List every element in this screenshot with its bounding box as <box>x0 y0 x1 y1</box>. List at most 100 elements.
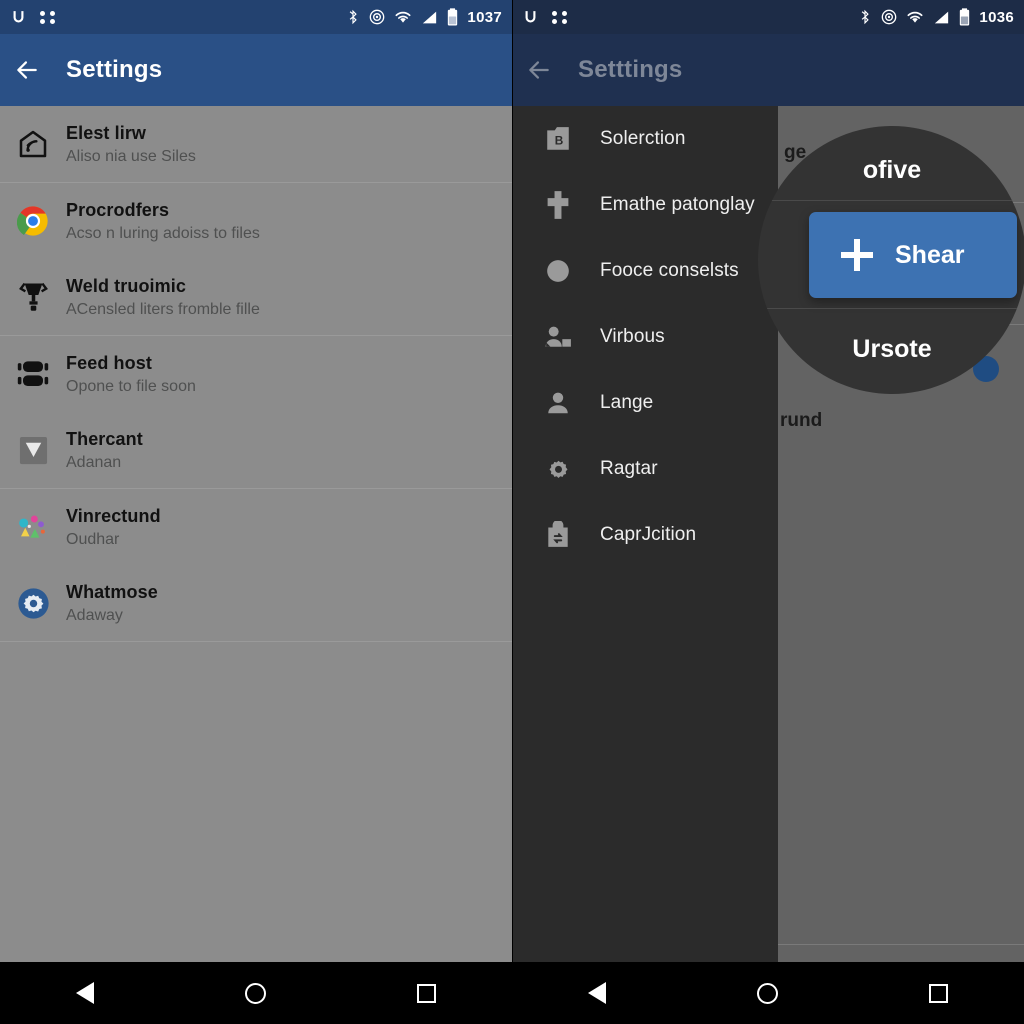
list-item[interactable]: Thercant Adanan <box>0 412 512 488</box>
app-badge-icon <box>13 10 24 22</box>
list-item[interactable]: Feed host Opone to file soon <box>0 336 512 412</box>
page-title: Setttings <box>578 56 683 83</box>
left-screenshot-panel: 1037 Settings Elest lirw Aliso nia use S… <box>0 0 512 1024</box>
status-bar-clock: 1036 <box>979 8 1014 26</box>
list-item-subtitle: Acso n luring adoiss to files <box>66 224 260 242</box>
android-nav-bar <box>0 962 512 1024</box>
wifi-icon <box>395 11 411 23</box>
list-item-text: Procrodfers Acso n luring adoiss to file… <box>60 198 260 245</box>
circle-icon <box>536 253 580 289</box>
list-item[interactable]: Vinrectund Oudhar <box>0 489 512 565</box>
list-item-title: Whatmose <box>66 581 158 602</box>
page-title: Settings <box>66 56 163 83</box>
wifi-icon <box>907 11 923 23</box>
blue-gear-icon <box>6 581 60 625</box>
magnified-divider <box>758 200 1024 201</box>
svg-text:B: B <box>555 133 564 147</box>
list-item-subtitle: ACensled liters fromble fille <box>66 300 260 318</box>
nav-home-button[interactable] <box>235 972 277 1014</box>
share-button-label: Shear <box>895 240 965 269</box>
drawer-item-label: Emathe patonglay <box>600 194 755 215</box>
refresh-bag-icon <box>536 517 580 553</box>
trophy-icon <box>6 275 60 319</box>
list-item-title: Vinrectund <box>66 505 161 526</box>
back-arrow-icon[interactable] <box>526 57 552 83</box>
list-item-title: Procrodfers <box>66 199 170 220</box>
navigation-drawer: B Solerction Emathe patonglay Fooce cons… <box>512 106 778 962</box>
drawer-item[interactable]: B Solerction <box>512 106 778 172</box>
settings-list: Elest lirw Aliso nia use Siles Procrodfe… <box>0 106 512 642</box>
list-item[interactable]: Procrodfers Acso n luring adoiss to file… <box>0 183 512 259</box>
list-item-subtitle: Adanan <box>66 453 122 471</box>
drawer-body: ge rund B Solerction Emathe patonglay Fo… <box>512 106 1024 962</box>
person-badge-icon <box>536 319 580 355</box>
app-badge-icon <box>525 10 536 22</box>
drawer-item-label: Solerction <box>600 128 686 149</box>
battery-icon <box>448 8 458 26</box>
magnifier-overlay: ofive Shear Ursote <box>758 126 1024 394</box>
drawer-item[interactable]: Fooce conselsts <box>512 238 778 304</box>
list-item-subtitle: Opone to file soon <box>66 377 196 395</box>
nav-back-button[interactable] <box>576 972 618 1014</box>
settings-list-body: Elest lirw Aliso nia use Siles Procrodfe… <box>0 106 512 962</box>
drawer-item-label: Ragtar <box>600 458 658 479</box>
magnified-divider <box>758 308 1024 309</box>
location-icon <box>370 9 385 25</box>
list-item-text: Vinrectund Oudhar <box>60 504 161 551</box>
plus-cross-icon <box>536 187 580 223</box>
plus-icon <box>841 239 873 271</box>
list-item-text: Elest lirw Aliso nia use Siles <box>60 121 196 168</box>
status-bar: 1036 <box>512 0 1024 34</box>
drawer-item-label: Lange <box>600 392 654 413</box>
battery-icon <box>960 8 970 26</box>
drawer-item[interactable]: CaprJcition <box>512 502 778 568</box>
home-wifi-icon <box>6 122 60 166</box>
location-icon <box>882 9 897 25</box>
list-item[interactable]: Elest lirw Aliso nia use Siles <box>0 106 512 182</box>
bluetooth-icon <box>862 9 870 25</box>
list-item-title: Weld truoimic <box>66 275 186 296</box>
list-item-subtitle: Aliso nia use Siles <box>66 147 196 165</box>
nav-home-button[interactable] <box>747 972 789 1014</box>
status-bar-clock: 1037 <box>467 8 502 26</box>
list-item-subtitle: Adaway <box>66 606 123 624</box>
magnified-label-bottom: Ursote <box>852 335 932 363</box>
gear-icon <box>536 451 580 487</box>
app-bar: Setttings <box>512 34 1024 106</box>
signal-icon <box>935 11 949 23</box>
magnified-label-top: ofive <box>862 156 922 184</box>
drawer-item-label: CaprJcition <box>600 524 697 545</box>
four-dots-icon <box>552 10 567 25</box>
status-bar-left-icons <box>10 9 55 26</box>
list-item-title: Thercant <box>66 428 143 449</box>
drawer-item[interactable]: Lange <box>512 370 778 436</box>
signal-icon <box>423 11 437 23</box>
list-item-text: Whatmose Adaway <box>60 580 158 627</box>
nav-recents-button[interactable] <box>918 972 960 1014</box>
nav-recents-button[interactable] <box>406 972 448 1014</box>
back-arrow-icon[interactable] <box>14 57 40 83</box>
b-badge-icon: B <box>536 121 580 157</box>
chrome-icon <box>6 199 60 243</box>
nav-back-button[interactable] <box>64 972 106 1014</box>
list-item-text: Weld truoimic ACensled liters fromble fi… <box>60 274 260 321</box>
background-divider <box>778 944 1024 945</box>
list-divider <box>0 641 512 642</box>
person-icon <box>536 385 580 421</box>
drawer-item[interactable]: Virbous <box>512 304 778 370</box>
status-bar: 1037 <box>0 0 512 34</box>
app-bar: Settings <box>0 34 512 106</box>
status-bar-right-icons: 1037 <box>346 8 502 26</box>
android-nav-bar <box>512 962 1024 1024</box>
list-item-title: Feed host <box>66 352 152 373</box>
confetti-icon <box>6 505 60 549</box>
share-button[interactable]: Shear <box>809 212 1017 298</box>
drawer-item[interactable]: Ragtar <box>512 436 778 502</box>
list-item[interactable]: Whatmose Adaway <box>0 565 512 641</box>
drawer-item[interactable]: Emathe patonglay <box>512 172 778 238</box>
list-item[interactable]: Weld truoimic ACensled liters fromble fi… <box>0 259 512 335</box>
list-item-subtitle: Oudhar <box>66 530 120 548</box>
four-dots-icon <box>40 10 55 25</box>
drawer-item-label: Virbous <box>600 326 665 347</box>
status-bar-right-icons: 1036 <box>858 8 1014 26</box>
